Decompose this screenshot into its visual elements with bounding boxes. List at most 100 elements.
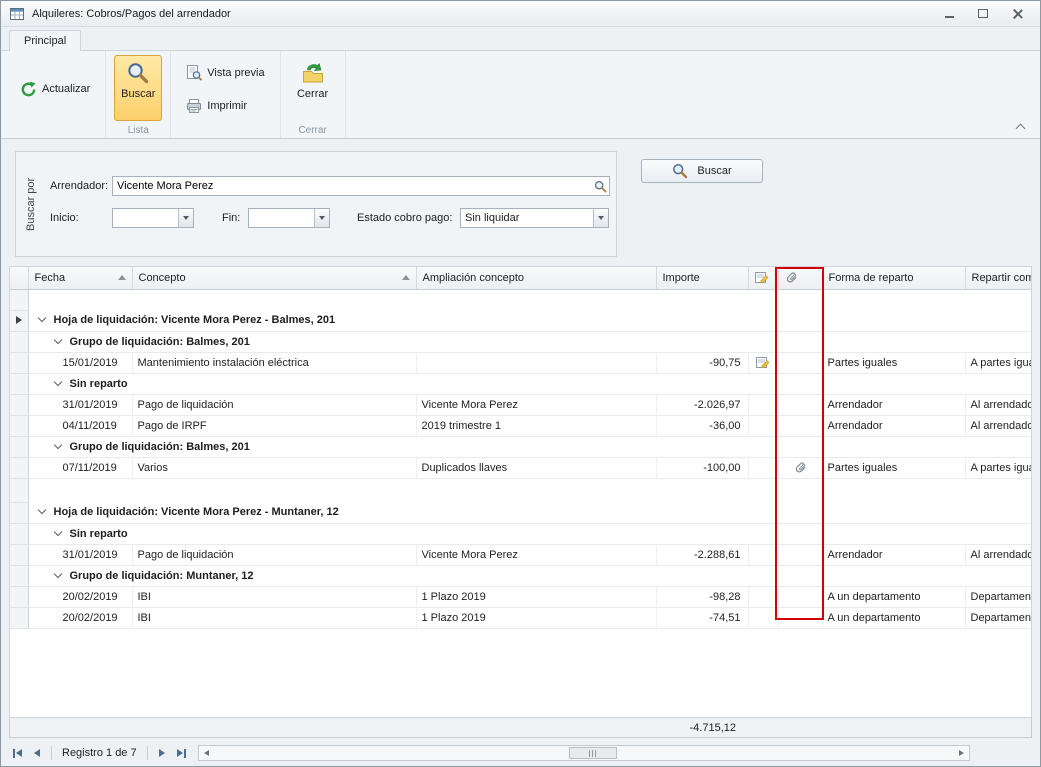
cell-importe[interactable]: -36,00 [656, 415, 748, 436]
cell-ampliacion[interactable]: Vicente Mora Perez [416, 544, 656, 565]
expand-chevron-icon[interactable] [53, 527, 61, 535]
expand-chevron-icon[interactable] [37, 506, 45, 514]
cell-concepto[interactable]: Mantenimiento instalación eléctrica [132, 352, 416, 373]
group-row[interactable]: Sin reparto [28, 523, 1032, 544]
cell-importe[interactable]: -2.026,97 [656, 394, 748, 415]
cell-note[interactable] [748, 586, 778, 607]
first-record-button[interactable] [9, 745, 26, 761]
cell-concepto[interactable]: IBI [132, 586, 416, 607]
horizontal-scrollbar[interactable] [198, 745, 970, 761]
cell-clip[interactable] [778, 352, 822, 373]
cell-ampliacion[interactable]: Duplicados llaves [416, 457, 656, 478]
cell-fecha[interactable]: 07/11/2019 [28, 457, 132, 478]
cell-clip[interactable] [778, 415, 822, 436]
last-record-button[interactable] [173, 745, 190, 761]
cell-forma[interactable]: Partes iguales [822, 457, 965, 478]
arrendador-field[interactable] [112, 176, 610, 196]
cell-clip[interactable] [778, 544, 822, 565]
cell-repartir[interactable]: Al arrendador [965, 544, 1032, 565]
group-row[interactable]: Grupo de liquidación: Balmes, 201 [28, 331, 1032, 352]
cell-repartir[interactable]: Al arrendador [965, 394, 1032, 415]
cell-concepto[interactable]: Varios [132, 457, 416, 478]
cell-clip[interactable] [778, 457, 822, 478]
estado-combo[interactable]: Sin liquidar [460, 208, 609, 228]
column-header-note[interactable] [748, 267, 778, 289]
close-button[interactable] [1008, 6, 1026, 22]
inicio-dropdown-button[interactable] [178, 209, 193, 227]
buscar-ribbon-button[interactable]: Buscar [114, 55, 162, 121]
cell-forma[interactable]: A un departamento [822, 586, 965, 607]
column-header-concepto[interactable]: Concepto [132, 267, 416, 289]
cell-note[interactable] [748, 544, 778, 565]
cell-ampliacion[interactable]: 1 Plazo 2019 [416, 586, 656, 607]
fin-combo[interactable] [248, 208, 330, 228]
scroll-right-button[interactable] [954, 746, 969, 760]
cell-clip[interactable] [778, 586, 822, 607]
cell-note[interactable] [748, 352, 778, 373]
next-record-button[interactable] [154, 745, 171, 761]
cell-importe[interactable]: -74,51 [656, 607, 748, 628]
lookup-search-icon[interactable] [591, 177, 609, 195]
column-header-fecha[interactable]: Fecha [28, 267, 132, 289]
arrendador-input[interactable] [113, 177, 591, 195]
scrollbar-thumb[interactable] [569, 747, 617, 759]
cell-concepto[interactable]: Pago de liquidación [132, 544, 416, 565]
cell-ampliacion[interactable]: 2019 trimestre 1 [416, 415, 656, 436]
cell-forma[interactable]: A un departamento [822, 607, 965, 628]
cell-forma[interactable]: Arrendador [822, 415, 965, 436]
cell-note[interactable] [748, 457, 778, 478]
vista-previa-button[interactable]: Vista previa [179, 61, 271, 85]
cell-ampliacion[interactable]: Vicente Mora Perez [416, 394, 656, 415]
cell-note[interactable] [748, 394, 778, 415]
cell-note[interactable] [748, 415, 778, 436]
column-header-forma[interactable]: Forma de reparto [822, 267, 965, 289]
buscar-button[interactable]: Buscar [641, 159, 763, 183]
cell-concepto[interactable]: Pago de liquidación [132, 394, 416, 415]
group-row[interactable]: Hoja de liquidación: Vicente Mora Perez … [28, 310, 1032, 331]
inicio-combo[interactable] [112, 208, 194, 228]
previous-record-button[interactable] [28, 745, 45, 761]
collapse-ribbon-button[interactable] [1012, 120, 1028, 132]
cell-repartir[interactable]: Departamento [965, 586, 1032, 607]
cell-repartir[interactable]: A partes iguales [965, 352, 1032, 373]
cell-ampliacion[interactable] [416, 352, 656, 373]
cell-fecha[interactable]: 20/02/2019 [28, 586, 132, 607]
minimize-button[interactable] [940, 6, 958, 22]
cell-fecha[interactable]: 15/01/2019 [28, 352, 132, 373]
cell-forma[interactable]: Arrendador [822, 394, 965, 415]
cell-forma[interactable]: Partes iguales [822, 352, 965, 373]
group-row[interactable]: Hoja de liquidación: Vicente Mora Perez … [28, 502, 1032, 523]
cell-repartir[interactable]: A partes iguales [965, 457, 1032, 478]
cell-concepto[interactable]: Pago de IRPF [132, 415, 416, 436]
cell-forma[interactable]: Arrendador [822, 544, 965, 565]
cell-note[interactable] [748, 607, 778, 628]
maximize-button[interactable] [974, 6, 992, 22]
group-row[interactable]: Grupo de liquidación: Balmes, 201 [28, 436, 1032, 457]
cell-fecha[interactable]: 20/02/2019 [28, 607, 132, 628]
cerrar-button[interactable]: Cerrar [289, 55, 337, 121]
cell-repartir[interactable]: Departamento [965, 607, 1032, 628]
expand-chevron-icon[interactable] [53, 335, 61, 343]
actualizar-button[interactable]: Actualizar [13, 77, 97, 102]
column-header-clip[interactable] [778, 267, 822, 289]
cell-fecha[interactable]: 31/01/2019 [28, 394, 132, 415]
column-header-importe[interactable]: Importe [656, 267, 748, 289]
cell-clip[interactable] [778, 607, 822, 628]
cell-repartir[interactable]: Al arrendador [965, 415, 1032, 436]
scroll-left-button[interactable] [199, 746, 214, 760]
estado-dropdown-button[interactable] [593, 209, 608, 227]
group-row[interactable]: Grupo de liquidación: Muntaner, 12 [28, 565, 1032, 586]
imprimir-button[interactable]: Imprimir [179, 94, 254, 118]
cell-importe[interactable]: -100,00 [656, 457, 748, 478]
group-row[interactable]: Sin reparto [28, 373, 1032, 394]
expand-chevron-icon[interactable] [53, 569, 61, 577]
cell-clip[interactable] [778, 394, 822, 415]
fin-dropdown-button[interactable] [314, 209, 329, 227]
column-header-ampliacion[interactable]: Ampliación concepto [416, 267, 656, 289]
expand-chevron-icon[interactable] [53, 377, 61, 385]
cell-fecha[interactable]: 31/01/2019 [28, 544, 132, 565]
cell-importe[interactable]: -2.288,61 [656, 544, 748, 565]
cell-importe[interactable]: -90,75 [656, 352, 748, 373]
cell-concepto[interactable]: IBI [132, 607, 416, 628]
expand-chevron-icon[interactable] [37, 314, 45, 322]
